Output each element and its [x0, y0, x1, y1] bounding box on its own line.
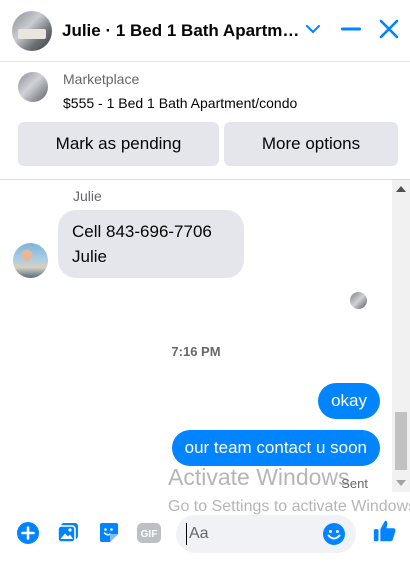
message-input[interactable] — [186, 523, 316, 545]
outgoing-message[interactable]: okay — [318, 383, 380, 419]
sender-name: Julie — [73, 188, 102, 204]
more-options-button[interactable]: More options — [224, 122, 398, 166]
listing-thumbnail[interactable] — [18, 72, 48, 102]
outgoing-message[interactable]: our team contact u soon — [171, 430, 380, 466]
activate-windows-watermark: Activate Windows — [168, 464, 350, 490]
mark-as-pending-button[interactable]: Mark as pending — [18, 122, 219, 166]
marketplace-card: Marketplace $555 - 1 Bed 1 Bath Apartmen… — [0, 62, 410, 180]
scroll-up-arrow[interactable] — [396, 186, 406, 192]
sticker-icon[interactable] — [96, 520, 122, 546]
marketplace-label: Marketplace — [63, 71, 140, 87]
listing-title[interactable]: $555 - 1 Bed 1 Bath Apartment/condo — [63, 95, 297, 111]
message-composer: GIF — [0, 510, 410, 567]
sender-avatar[interactable] — [13, 243, 48, 278]
listing-avatar[interactable] — [12, 10, 52, 51]
emoji-icon[interactable] — [322, 522, 346, 546]
photo-icon[interactable] — [55, 520, 81, 546]
message-timestamp: 7:16 PM — [171, 344, 221, 359]
seen-indicator-avatar — [350, 292, 367, 309]
chat-title[interactable]: Julie · 1 Bed 1 Bath Apartment/condo — [62, 21, 307, 41]
chat-header: Julie · 1 Bed 1 Bath Apartment/condo — [0, 0, 410, 62]
chevron-down-icon[interactable] — [300, 16, 326, 42]
message-thread[interactable]: Julie Cell 843-696-7706 Julie 7:16 PM ok… — [0, 180, 392, 502]
thread-scrollbar[interactable] — [392, 180, 410, 492]
close-icon[interactable] — [376, 16, 402, 42]
minimize-icon[interactable] — [338, 16, 364, 42]
activate-windows-subtitle: Go to Settings to activate Windows. — [168, 498, 410, 515]
message-input-wrapper — [176, 515, 356, 553]
add-icon[interactable] — [15, 520, 41, 546]
gif-label: GIF — [141, 529, 158, 540]
header-actions — [300, 16, 402, 42]
gif-icon[interactable]: GIF — [136, 520, 162, 546]
scroll-thumb[interactable] — [395, 412, 407, 470]
scroll-down-arrow[interactable] — [396, 480, 406, 486]
incoming-message[interactable]: Cell 843-696-7706 Julie — [58, 210, 244, 278]
like-icon[interactable] — [372, 518, 398, 544]
